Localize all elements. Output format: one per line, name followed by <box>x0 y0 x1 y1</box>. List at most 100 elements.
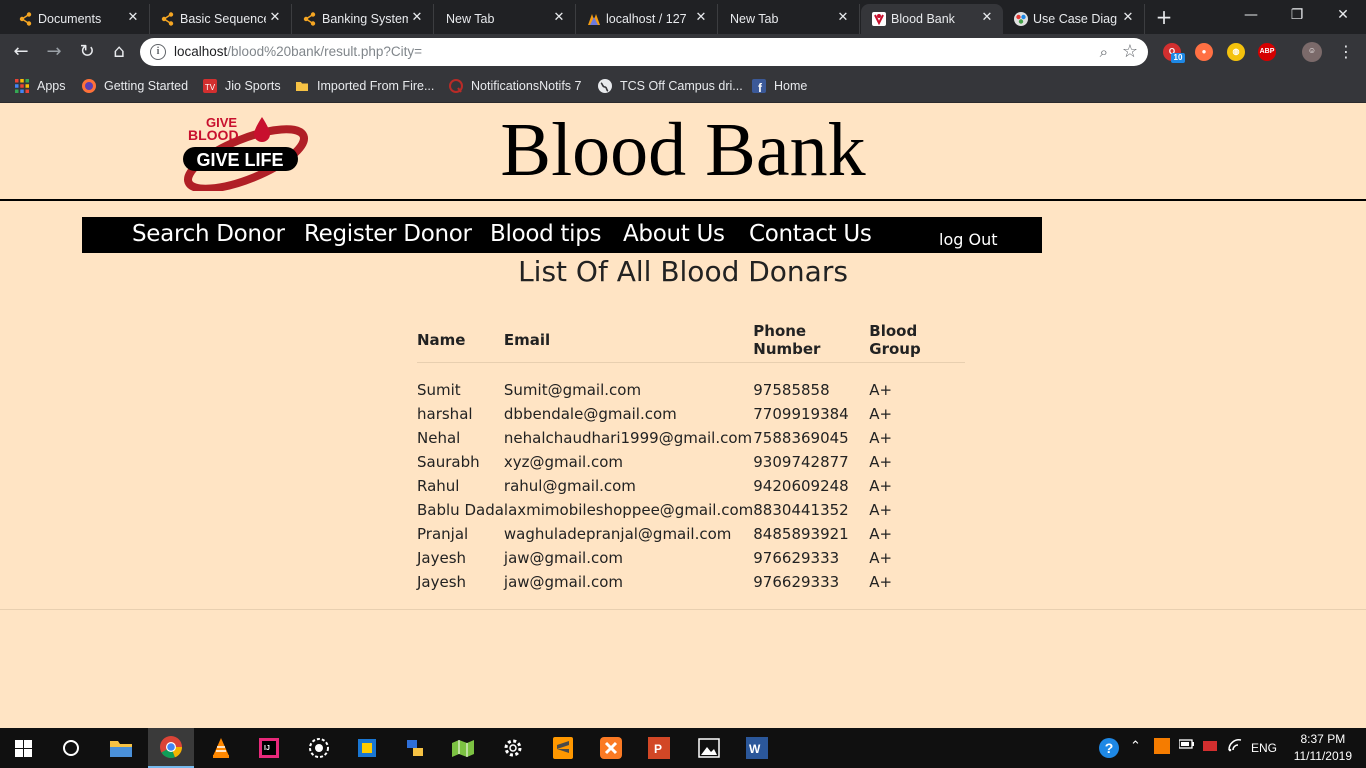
tab-banking-system[interactable]: Banking System ✕ <box>292 4 434 34</box>
close-icon[interactable]: ✕ <box>267 10 283 25</box>
cell-email: nehalchaudhari1999@gmail.com <box>503 429 753 447</box>
url-path: /blood%20bank/result.php?City= <box>227 44 423 59</box>
cell-phone: 9420609248 <box>753 477 849 495</box>
bookmark-apps[interactable]: Apps <box>14 76 66 96</box>
show-hidden-icons-chevron-icon[interactable]: ⌃ <box>1130 738 1141 754</box>
close-window-button[interactable]: ✕ <box>1320 0 1366 30</box>
adblock-plus-icon[interactable]: ABP <box>1258 43 1276 61</box>
battery-icon[interactable] <box>1178 738 1195 753</box>
virtualbox-icon[interactable] <box>344 728 390 768</box>
svg-text:W: W <box>749 742 761 756</box>
info-icon[interactable]: i <box>150 44 166 60</box>
bookmark-jio-sports[interactable]: TV Jio Sports <box>202 76 281 96</box>
home-button[interactable]: ⌂ <box>107 40 131 64</box>
nav-blood-tips[interactable]: Blood tips <box>490 221 602 247</box>
url-text[interactable]: localhost/blood%20bank/result.php?City= <box>174 44 422 59</box>
minimize-button[interactable]: — <box>1228 0 1274 30</box>
bookmark-notifications[interactable]: NotificationsNotifs 7 <box>448 76 581 96</box>
table-row: Pranjal waghuladepranjal@gmail.com 84858… <box>417 522 965 546</box>
close-icon[interactable]: ✕ <box>693 10 709 25</box>
wifi-icon[interactable] <box>1227 738 1243 755</box>
fire-extension-icon[interactable]: ● <box>1195 43 1213 61</box>
file-explorer-icon[interactable] <box>98 728 144 768</box>
close-icon[interactable]: ✕ <box>1120 10 1136 25</box>
bookmark-label: Home <box>774 79 808 93</box>
table-row: Bablu Dada laxmimobileshoppee@gmail.com … <box>417 498 965 522</box>
logout-link[interactable]: log Out <box>939 230 997 249</box>
table-row: Jayesh jaw@gmail.com 976629333 A+ <box>417 570 965 594</box>
tray-app-icon[interactable] <box>1154 738 1170 757</box>
bookmark-home[interactable]: f Home <box>751 76 807 96</box>
diagram-icon <box>1014 12 1028 26</box>
settings-icon[interactable] <box>490 728 536 768</box>
donor-table: Name Email Phone Number Blood Group Sumi… <box>417 319 966 594</box>
intellij-icon[interactable]: IJ <box>246 728 292 768</box>
cell-email: jaw@gmail.com <box>503 549 623 567</box>
bookmark-getting-started[interactable]: Getting Started <box>81 76 188 96</box>
logo-give-life: GIVE LIFE <box>196 150 283 170</box>
photos-app-icon[interactable] <box>686 728 732 768</box>
menu-kebab-icon[interactable]: ⋮ <box>1334 40 1358 64</box>
table-row: Nehal nehalchaudhari1999@gmail.com 75883… <box>417 426 965 450</box>
close-icon[interactable]: ✕ <box>979 10 995 25</box>
powerpoint-icon[interactable]: P <box>636 728 682 768</box>
tab-use-case[interactable]: Use Case Diag ✕ <box>1003 4 1145 34</box>
maps-app-icon[interactable] <box>440 728 486 768</box>
network-admin-icon[interactable] <box>392 728 438 768</box>
close-icon[interactable]: ✕ <box>409 10 425 25</box>
reload-button[interactable]: ↻ <box>75 40 99 64</box>
vlc-icon[interactable] <box>198 728 244 768</box>
tab-blood-bank[interactable]: Blood Bank ✕ <box>861 4 1003 34</box>
back-button[interactable]: ← <box>9 40 33 64</box>
extension-icon[interactable]: ◍ <box>1227 43 1245 61</box>
cell-email: xyz@gmail.com <box>503 453 623 471</box>
tab-title: Documents <box>38 12 102 26</box>
url-host: localhost <box>174 44 228 59</box>
hub-icon <box>303 12 316 26</box>
svg-text:TV: TV <box>205 83 216 92</box>
close-icon[interactable]: ✕ <box>835 10 851 25</box>
nav-register-donor[interactable]: Register Donor <box>304 221 472 247</box>
tab-basic-sequence[interactable]: Basic Sequence ✕ <box>150 4 292 34</box>
close-icon[interactable]: ✕ <box>551 10 567 25</box>
help-icon[interactable]: ? <box>1098 737 1120 762</box>
xampp-icon[interactable] <box>588 728 634 768</box>
tab-new-tab-2[interactable]: New Tab ✕ <box>718 4 860 34</box>
address-bar[interactable]: i localhost/blood%20bank/result.php?City… <box>140 38 1148 66</box>
phpmyadmin-icon <box>588 14 600 25</box>
language-indicator[interactable]: ENG <box>1251 741 1277 755</box>
notification-badge-icon[interactable] <box>1202 738 1218 757</box>
nav-contact-us[interactable]: Contact Us <box>749 221 872 247</box>
settings-gear-app-icon[interactable] <box>296 728 342 768</box>
tab-title: Use Case Diag <box>1033 12 1118 26</box>
cortana-search-icon[interactable] <box>48 728 94 768</box>
logo-blood: BLOOD <box>188 127 239 143</box>
zoom-icon[interactable]: ⌕ <box>1100 43 1108 61</box>
nav-about-us[interactable]: About Us <box>623 221 725 247</box>
cell-name: harshal <box>417 405 473 423</box>
cell-phone: 97585858 <box>753 381 830 399</box>
tab-documents[interactable]: Documents ✕ <box>8 4 150 34</box>
close-icon[interactable]: ✕ <box>125 10 141 25</box>
new-tab-button[interactable]: + <box>1153 6 1175 28</box>
tab-phpmyadmin[interactable]: localhost / 127 ✕ <box>576 4 718 34</box>
nav-search-donor[interactable]: Search Donor <box>132 221 285 247</box>
hub-icon <box>161 12 174 26</box>
forward-button[interactable]: → <box>42 40 66 64</box>
bookmark-tcs-off-campus[interactable]: TCS Off Campus dri... <box>597 76 743 96</box>
cell-name: Bablu Dada <box>417 501 504 519</box>
system-clock[interactable]: 8:37 PM 11/11/2019 <box>1294 731 1352 765</box>
bookmark-imported-from-firefox[interactable]: Imported From Fire... <box>294 76 434 96</box>
sublime-text-icon[interactable] <box>540 728 586 768</box>
word-icon[interactable]: W <box>734 728 780 768</box>
cell-phone: 8485893921 <box>753 525 849 543</box>
globe-icon <box>598 79 612 93</box>
restore-button[interactable]: ❐ <box>1274 0 1320 30</box>
windows-start-icon[interactable] <box>0 728 46 768</box>
chrome-taskbar-icon[interactable] <box>148 728 194 768</box>
cell-name: Sumit <box>417 381 461 399</box>
profile-avatar[interactable]: ☺ <box>1302 42 1322 62</box>
bookmark-star-icon[interactable]: ☆ <box>1122 41 1138 62</box>
tab-new-tab[interactable]: New Tab ✕ <box>434 4 576 34</box>
cell-name: Jayesh <box>417 573 467 591</box>
